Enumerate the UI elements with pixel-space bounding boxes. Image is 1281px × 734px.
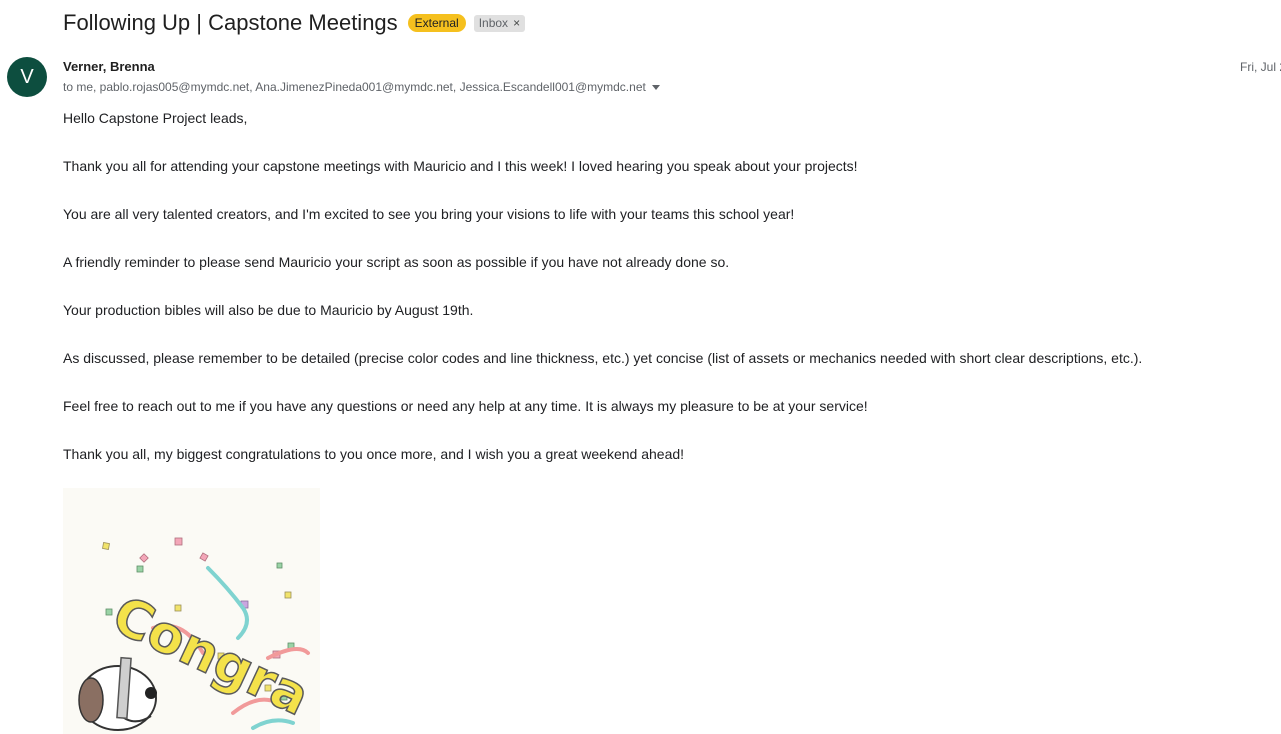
email-subject: Following Up | Capstone Meetings <box>63 10 398 35</box>
email-body: Hello Capstone Project leads, Thank you … <box>63 106 1273 490</box>
body-paragraph: A friendly reminder to please send Mauri… <box>63 254 730 270</box>
recipients-line: to me, pablo.rojas005@mymdc.net, Ana.Jim… <box>63 80 660 94</box>
external-label: External <box>407 14 466 32</box>
show-details-chevron-down-icon[interactable] <box>651 84 660 90</box>
remove-label-icon[interactable]: × <box>513 16 520 31</box>
inbox-label-text: Inbox <box>478 15 509 30</box>
body-paragraph: As discussed, please remember to be deta… <box>63 350 1143 366</box>
inbox-label[interactable]: Inbox × <box>473 14 526 32</box>
congrats-image: Congra <box>63 488 320 734</box>
body-paragraph: Thank you all for attending your capston… <box>63 158 858 174</box>
body-paragraph: Hello Capstone Project leads, <box>63 110 248 126</box>
avatar[interactable]: V <box>7 57 47 97</box>
body-paragraph: Feel free to reach out to me if you have… <box>63 398 868 414</box>
body-paragraph: Thank you all, my biggest congratulation… <box>63 446 685 462</box>
sender-name[interactable]: Verner, Brenna <box>63 59 155 74</box>
email-date: Fri, Jul 2 <box>1240 60 1281 74</box>
recipients-text: to me, pablo.rojas005@mymdc.net, Ana.Jim… <box>63 80 646 94</box>
email-header: Following Up | Capstone Meetings Externa… <box>63 8 526 38</box>
body-paragraph: You are all very talented creators, and … <box>63 206 795 222</box>
body-paragraph: Your production bibles will also be due … <box>63 302 474 318</box>
congrats-illustration: Congra <box>78 537 319 731</box>
avatar-initial: V <box>20 65 34 88</box>
